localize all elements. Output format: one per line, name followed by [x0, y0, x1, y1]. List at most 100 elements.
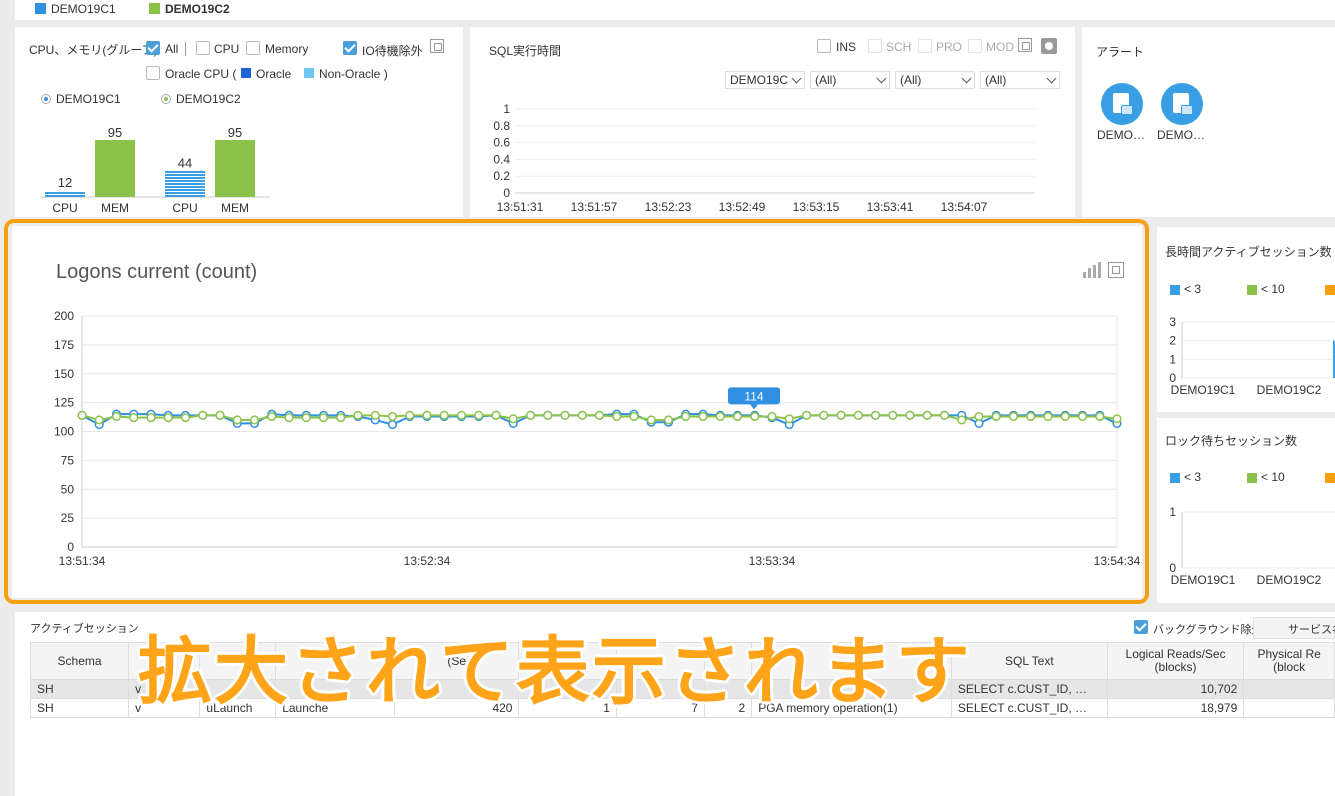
program-filter-value: (All)	[900, 73, 922, 87]
sch-checkbox[interactable]	[868, 39, 882, 53]
x-tick-label: 13:53:15	[793, 200, 840, 214]
cpu-bar-stripe	[165, 183, 205, 185]
cpu-mem-bar-chart: 12 95 CPU MEM 44 95 CPU MEM	[40, 125, 270, 215]
instance-filter-select[interactable]: DEMO19C	[725, 71, 805, 89]
column-header[interactable]: SQL Text	[950, 642, 1108, 680]
cpu-bar-stripe	[165, 195, 205, 197]
mod-checkbox[interactable]	[968, 39, 982, 53]
y-tick-label: 0.4	[493, 152, 510, 166]
module-filter-select[interactable]: (All)	[980, 71, 1060, 89]
non-oracle-label: Non-Oracle )	[319, 67, 388, 81]
legend-swatch-lt3	[1170, 285, 1180, 295]
program-filter-select[interactable]: (All)	[895, 71, 975, 89]
cpu-panel-title: CPU、メモリ(グループ)	[29, 43, 158, 57]
cpu-memory-panel: CPU、メモリ(グループ) All CPU Memory IO待機除外 Orac…	[15, 27, 463, 217]
column-header[interactable]: Schema	[29, 642, 130, 680]
expand-icon[interactable]	[1018, 38, 1032, 52]
y-tick-label: 0.8	[493, 119, 510, 133]
ins-checkbox[interactable]	[817, 39, 831, 53]
alert-item-label: DEMO…	[1097, 128, 1145, 142]
cpu-bar-2	[165, 171, 205, 197]
demo19c2-radio-dot	[164, 97, 168, 101]
memory-checkbox[interactable]	[246, 41, 260, 55]
overlay-caption: 拡大されて表示されます	[138, 630, 972, 713]
long-session-chart: 3210DEMO19C1 DEMO19C2	[1169, 315, 1335, 397]
sql-panel-title: SQL実行時間	[489, 44, 562, 58]
x-tick-label: 13:51:31	[497, 200, 544, 214]
memory-label: Memory	[265, 42, 309, 56]
service-name-filter[interactable]: サービス名	[1253, 617, 1335, 639]
cpu-bar-stripe	[165, 189, 205, 191]
legend-swatch-lt10	[1247, 473, 1257, 483]
mem-bar-2	[215, 140, 255, 197]
sch-label: SCH	[886, 40, 912, 54]
mod-label: MOD	[986, 40, 1014, 54]
module-filter-value: (All)	[985, 73, 1007, 87]
separator	[185, 42, 186, 56]
legend-label-lt10: < 10	[1261, 282, 1285, 296]
instance-filter-value: DEMO19C	[730, 73, 789, 87]
table-cell	[1243, 679, 1335, 699]
pro-checkbox[interactable]	[918, 39, 932, 53]
highlight-frame	[4, 219, 1149, 604]
oracle-cpu-checkbox[interactable]	[146, 66, 160, 80]
long-session-title: 長時間アクティブセッション数	[1165, 245, 1332, 259]
y-tick-label: 1	[1169, 505, 1176, 519]
non-oracle-swatch	[304, 68, 314, 78]
y-tick-label: 0.2	[493, 169, 510, 183]
background-exclude-checkbox[interactable]	[1134, 620, 1148, 634]
sql-exec-chart: 1 0.8 0.6 0.4 0.2 013:51:31 13:51:57 13:52:23 13…	[493, 102, 1035, 214]
alert-panel-title: アラート	[1096, 45, 1145, 59]
legend-swatch-other	[1325, 285, 1335, 295]
legend-label-demo19c2: DEMO19C2	[165, 2, 230, 16]
cpu-label: CPU	[214, 42, 240, 56]
legend-swatch-other	[1325, 473, 1335, 483]
oracle-swatch	[241, 68, 251, 78]
expand-icon[interactable]	[430, 39, 444, 53]
y-tick-label: 1	[1169, 352, 1176, 366]
cpu-checkbox[interactable]	[196, 41, 210, 55]
cpu-axis-label: CPU	[52, 201, 77, 215]
settings-icon[interactable]	[1041, 38, 1057, 54]
legend-swatch-demo19c1	[35, 3, 46, 14]
schema-filter-select[interactable]: (All)	[810, 71, 890, 89]
db-alert-icon[interactable]	[1101, 83, 1143, 125]
mem-bar-1	[95, 140, 135, 197]
column-header[interactable]: Logical Reads/Sec (blocks)	[1106, 642, 1245, 680]
mem-axis-label: MEM	[101, 201, 129, 215]
x-tick-label: 13:54:07	[941, 200, 988, 214]
table-cell	[1243, 698, 1335, 718]
pro-label: PRO	[936, 40, 963, 54]
cpu-bar-stripe	[45, 192, 85, 194]
legend-swatch-lt10	[1247, 285, 1257, 295]
table-cell: SELECT c.CUST_ID, …	[950, 698, 1108, 718]
demo19c2-radio-label: DEMO19C2	[176, 92, 241, 106]
mem-value-label: 95	[228, 125, 242, 140]
demo19c1-radio-dot	[44, 97, 48, 101]
long-session-panel: 長時間アクティブセッション数 < 3 < 10 3 2 1 0 DEMO19C1 DEMO…	[1157, 227, 1335, 412]
active-session-title: アクティブセッション	[30, 623, 139, 635]
x-tick-label: 13:53:41	[867, 200, 914, 214]
y-tick-label: 0	[503, 186, 510, 200]
legend-swatch-demo19c2	[149, 3, 160, 14]
oracle-label: Oracle	[256, 67, 292, 81]
schema-filter-value: (All)	[815, 73, 837, 87]
x-tick-label: 13:52:23	[645, 200, 692, 214]
io-exclude-label: IO待機除外	[362, 44, 423, 58]
oracle-cpu-label: Oracle CPU (	[165, 67, 237, 81]
y-tick-label: 0.6	[493, 136, 510, 150]
cpu-value-label: 44	[178, 156, 192, 171]
all-checkbox[interactable]	[146, 41, 160, 55]
top-legend-bar: DEMO19C1 DEMO19C2	[15, 0, 1335, 20]
legend-label-lt3: < 3	[1184, 470, 1202, 484]
service-name-label: サービス名	[1288, 624, 1335, 636]
x-tick-label: 13:51:57	[571, 200, 618, 214]
io-exclude-checkbox[interactable]	[343, 41, 357, 55]
table-cell: SELECT c.CUST_ID, …	[950, 679, 1108, 699]
table-cell: 10,702	[1106, 679, 1245, 699]
x-tick-label: 13:52:49	[719, 200, 766, 214]
cpu-axis-label: CPU	[172, 201, 197, 215]
column-header[interactable]: Physical Re (block	[1243, 642, 1335, 680]
legend-label-lt10: < 10	[1261, 470, 1285, 484]
db-alert-icon[interactable]	[1161, 83, 1203, 125]
